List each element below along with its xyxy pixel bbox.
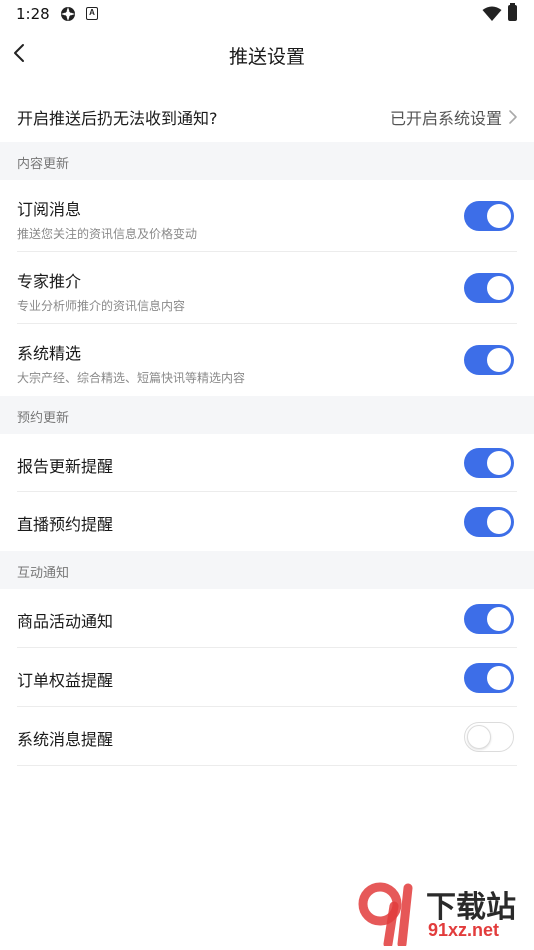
section-title: 预约更新 (17, 411, 70, 426)
watermark-en-text: 91xz.net (428, 920, 500, 940)
setting-title: 商品活动通知 (17, 612, 114, 631)
setting-title: 系统精选 (17, 344, 82, 363)
setting-title: 订单权益提醒 (17, 671, 114, 690)
notice-row[interactable]: 开启推送后扔无法收到通知? 已开启系统设置 (0, 90, 534, 142)
toggle-knob (487, 666, 511, 690)
toggle-knob (487, 510, 511, 534)
notice-text: 开启推送后扔无法收到通知? (17, 109, 218, 128)
toggle-knob (487, 607, 511, 631)
wifi-icon (482, 6, 502, 21)
subscription-toggle[interactable] (464, 201, 514, 231)
toggle-knob (467, 725, 491, 749)
setting-row-expert: 专家推介 专业分析师推介的资讯信息内容 (0, 252, 534, 324)
setting-row-report: 报告更新提醒 (0, 434, 534, 492)
aperture-icon (61, 7, 75, 21)
setting-row-order: 订单权益提醒 (0, 648, 534, 707)
page-title: 推送设置 (228, 46, 305, 68)
selection-toggle[interactable] (464, 345, 514, 375)
status-time: 1:28 (16, 5, 50, 23)
a-badge-icon: A (86, 7, 98, 20)
toggle-knob (487, 451, 511, 475)
toggle-knob (487, 276, 511, 300)
setting-row-promo: 商品活动通知 (0, 589, 534, 648)
system-settings-link[interactable]: 已开启系统设置 (390, 105, 518, 129)
section-header-interaction: 互动通知 (0, 551, 534, 589)
setting-title: 报告更新提醒 (17, 457, 114, 476)
setting-subtitle: 专业分析师推介的资讯信息内容 (17, 299, 186, 313)
battery-icon (508, 3, 517, 21)
setting-row-system-msg: 系统消息提醒 (0, 707, 534, 766)
section-header-content: 内容更新 (0, 142, 534, 180)
chevron-right-icon (509, 110, 517, 124)
setting-title: 直播预约提醒 (17, 515, 114, 534)
report-toggle[interactable] (464, 448, 514, 478)
watermark: 下载站 91xz.net (358, 882, 528, 946)
divider (17, 765, 517, 766)
expert-toggle[interactable] (464, 273, 514, 303)
system-msg-toggle[interactable] (464, 722, 514, 752)
section-title: 内容更新 (17, 157, 70, 172)
setting-subtitle: 大宗产经、综合精选、短篇快讯等精选内容 (17, 371, 246, 385)
setting-title: 专家推介 (17, 272, 82, 291)
setting-title: 订阅消息 (17, 200, 82, 219)
header: 推送设置 (0, 28, 534, 80)
watermark-logo-icon (358, 882, 413, 946)
setting-row-selection: 系统精选 大宗产经、综合精选、短篇快讯等精选内容 (0, 324, 534, 396)
setting-row-live: 直播预约提醒 (0, 492, 534, 551)
order-toggle[interactable] (464, 663, 514, 693)
setting-title: 系统消息提醒 (17, 730, 114, 749)
section-header-booking: 预约更新 (0, 396, 534, 434)
system-settings-label: 已开启系统设置 (389, 109, 502, 128)
section-title: 互动通知 (17, 566, 70, 581)
status-bar: 1:28 A (0, 0, 534, 28)
promo-toggle[interactable] (464, 604, 514, 634)
setting-row-subscription: 订阅消息 推送您关注的资讯信息及价格变动 (0, 180, 534, 252)
setting-subtitle: 推送您关注的资讯信息及价格变动 (17, 227, 198, 241)
toggle-knob (487, 204, 511, 228)
toggle-knob (487, 348, 511, 372)
live-toggle[interactable] (464, 507, 514, 537)
